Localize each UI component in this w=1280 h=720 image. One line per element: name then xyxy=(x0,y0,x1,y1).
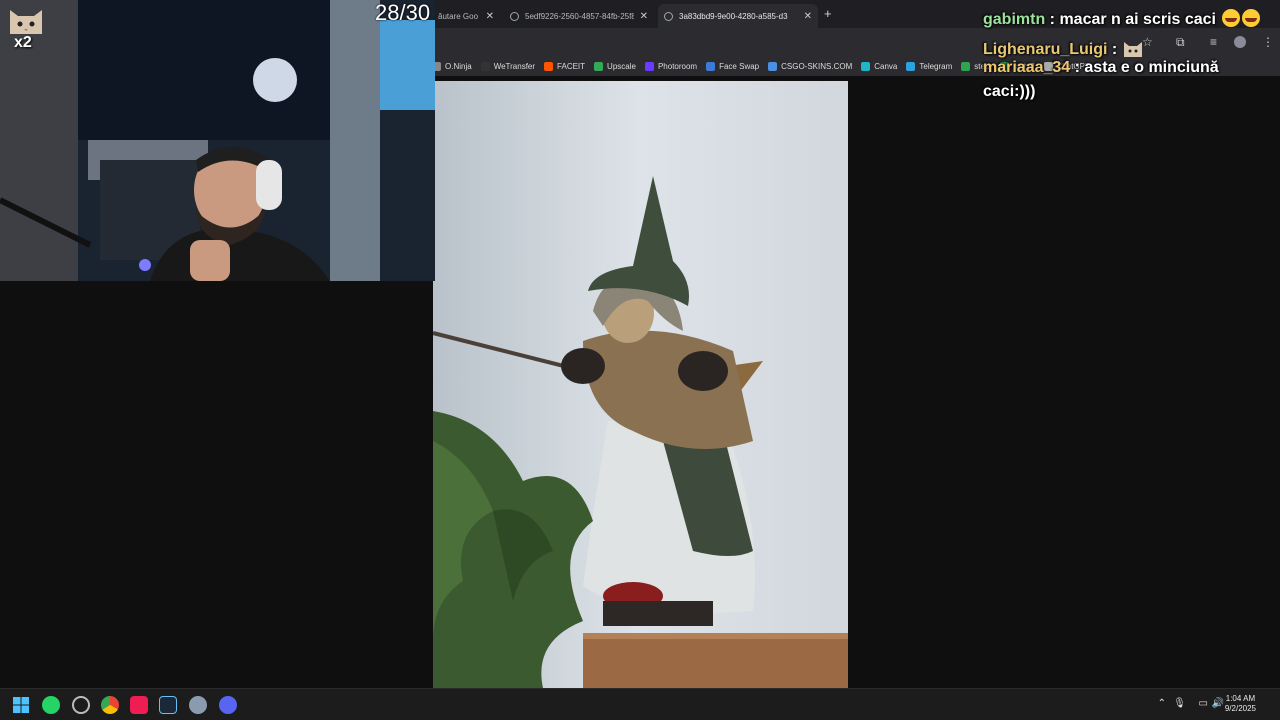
microphone-icon[interactable]: 🎙 xyxy=(1173,698,1186,709)
bookmark-item[interactable]: O.Ninja xyxy=(432,61,472,71)
bookmark-label: FACEIT xyxy=(557,61,586,71)
bookmark-label: WeTransfer xyxy=(493,61,536,71)
tiktok-icon[interactable] xyxy=(130,696,148,714)
bookmark-label: Canva xyxy=(874,61,898,71)
bookmark-favicon-icon xyxy=(544,61,554,71)
whatsapp-icon[interactable] xyxy=(42,696,60,714)
network-icon[interactable]: ▭ xyxy=(1199,698,1208,709)
browser-tab[interactable]: ăutare Goo ✕ xyxy=(432,4,500,28)
bookmark-item[interactable]: CSGO-SKINS.COM xyxy=(768,61,853,71)
bookmark-label: CSGO-SKINS.COM xyxy=(781,61,853,71)
bookmark-favicon-icon xyxy=(644,61,654,71)
multiplier-badge: x2 xyxy=(14,34,32,51)
settings-gear-icon[interactable] xyxy=(189,696,207,714)
bookmark-label: O.Ninja xyxy=(445,61,472,71)
globe-icon xyxy=(510,11,519,21)
browser-tab-active[interactable]: 3a83dbd9-9e00-4280-a585-d3 ✕ xyxy=(658,4,818,28)
stream-counter: 28/30 xyxy=(375,0,431,25)
obs-icon[interactable] xyxy=(72,696,90,714)
bookmark-favicon-icon xyxy=(594,61,604,71)
bookmark-item[interactable]: Telegram xyxy=(906,61,953,71)
system-clock[interactable]: 1:04 AM 9/2/2025 xyxy=(1225,694,1256,714)
bookmark-label: Upscale xyxy=(607,61,636,71)
chat-overlay: gabimtn : macar n ai scris caci Lighenar… xyxy=(975,8,1275,110)
bookmark-item[interactable]: FACEIT xyxy=(544,61,586,71)
bookmark-label: Telegram xyxy=(919,61,953,71)
bookmark-item[interactable]: Upscale xyxy=(594,61,636,71)
tab-title: 3a83dbd9-9e00-4280-a585-d3 xyxy=(679,11,788,21)
tab-title: ăutare Goo xyxy=(438,11,479,21)
grinning-face-icon xyxy=(1242,9,1261,27)
bookmark-favicon-icon xyxy=(961,61,971,71)
bookmark-item[interactable]: Photoroom xyxy=(644,61,698,71)
witch-figurine-photo xyxy=(433,81,848,688)
volume-icon[interactable]: 🔊 xyxy=(1212,698,1224,709)
chat-message: mariaaa_34 : asta e o minciună caci:))) xyxy=(983,59,1219,100)
bookmark-favicon-icon xyxy=(480,61,490,71)
clock-time: 1:04 AM xyxy=(1225,694,1256,703)
chat-message: gabimtn : macar n ai scris caci xyxy=(983,8,1275,32)
bookmark-favicon-icon xyxy=(906,61,916,71)
close-tab-icon[interactable]: ✕ xyxy=(486,11,494,22)
chevron-up-icon[interactable]: ⌃ xyxy=(1158,698,1166,709)
chrome-icon[interactable] xyxy=(101,696,119,714)
bookmark-favicon-icon xyxy=(706,61,716,71)
steam-icon[interactable] xyxy=(159,696,177,714)
discord-icon[interactable] xyxy=(219,696,237,714)
close-tab-icon[interactable]: ✕ xyxy=(804,11,812,22)
globe-icon xyxy=(664,11,673,21)
browser-tab[interactable]: 5edf9226-2560-4857-84fb-25f8 ✕ xyxy=(504,4,654,28)
chat-username: gabimtn xyxy=(983,11,1046,28)
webcam-feed: x2 xyxy=(0,0,435,281)
bookmark-favicon-icon xyxy=(768,61,778,71)
chat-username: mariaaa_34 xyxy=(983,59,1071,76)
bookmark-item[interactable]: WeTransfer xyxy=(480,61,536,71)
close-tab-icon[interactable]: ✕ xyxy=(640,11,648,22)
chat-text: macar n ai scris caci xyxy=(1059,11,1216,28)
cat-emote-badge: x2 xyxy=(6,4,46,52)
clock-date: 9/2/2025 xyxy=(1224,704,1256,713)
windows-start-icon[interactable] xyxy=(12,696,30,714)
grinning-face-icon xyxy=(1222,9,1241,27)
bookmark-label: Photoroom xyxy=(657,61,698,71)
tab-title: 5edf9226-2560-4857-84fb-25f8 xyxy=(525,11,634,21)
taskbar: ⌃ 🎙 ▭ 🔊 1:04 AM 9/2/2025 xyxy=(0,688,1280,720)
bookmark-favicon-icon xyxy=(861,61,871,71)
bookmark-item[interactable]: Canva xyxy=(861,61,898,71)
bookmark-item[interactable]: Face Swap xyxy=(706,61,760,71)
bookmark-label: Face Swap xyxy=(719,61,760,71)
new-tab-button[interactable]: + xyxy=(824,6,832,21)
